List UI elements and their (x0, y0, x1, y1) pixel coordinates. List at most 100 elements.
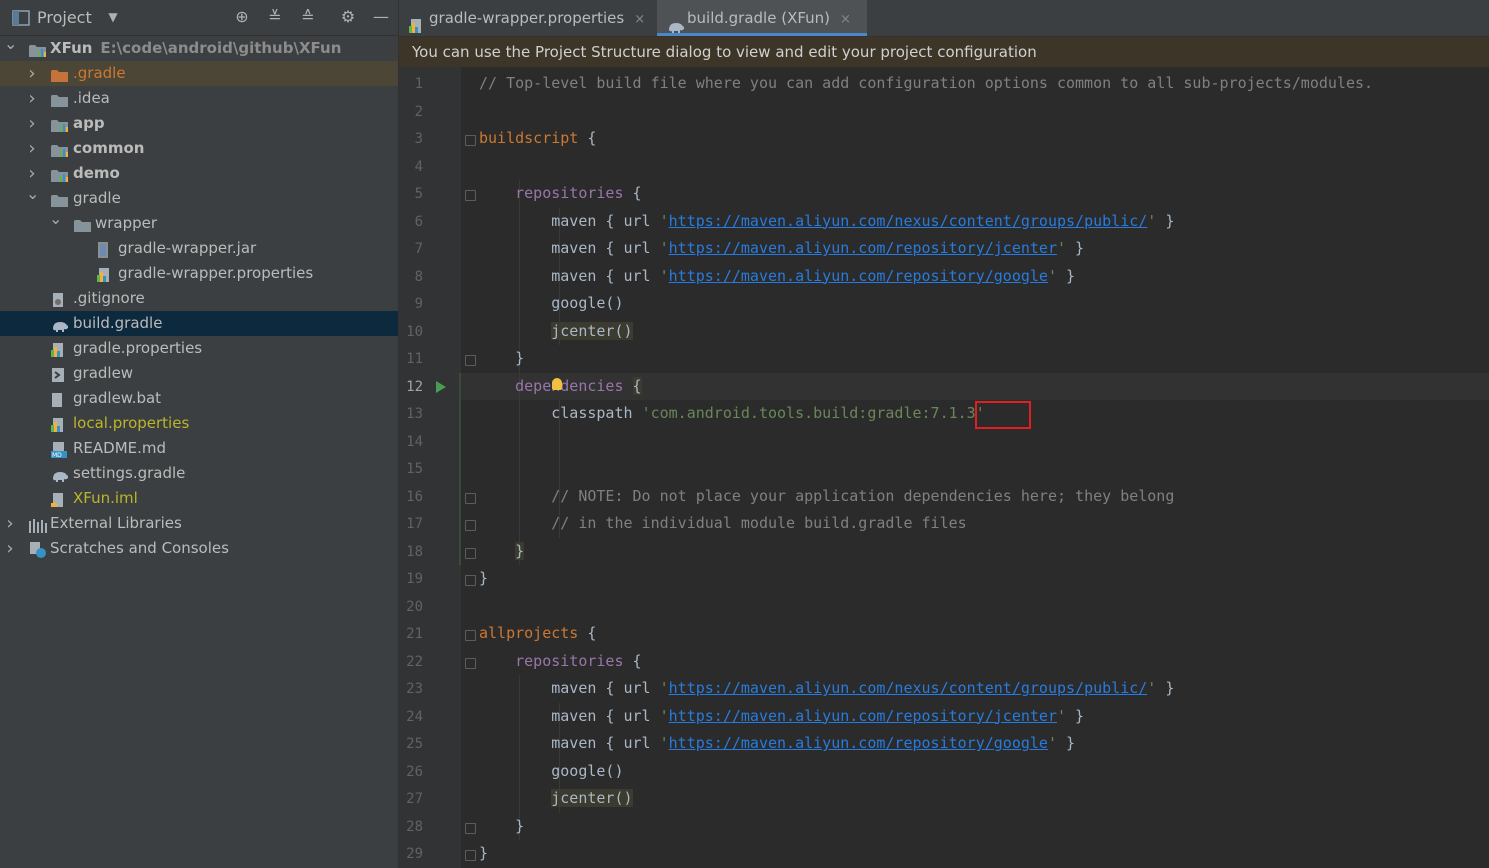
code-line[interactable]: // Top-level build file where you can ad… (479, 70, 1373, 97)
tree-item[interactable]: › .gradle (0, 61, 398, 86)
chevron-right-icon[interactable]: › (26, 111, 38, 136)
tree-item[interactable]: local.properties (0, 411, 398, 436)
code-line[interactable]: buildscript { (479, 125, 596, 152)
code-line[interactable]: maven { url 'https://maven.aliyun.com/re… (479, 703, 1084, 730)
properties-icon (51, 416, 67, 432)
code-line[interactable]: maven { url 'https://maven.aliyun.com/re… (479, 730, 1075, 757)
folder-orange-icon (51, 66, 68, 82)
tree-item-label: XFun.iml (73, 489, 138, 507)
code-line[interactable]: repositories { (479, 180, 641, 207)
tree-item[interactable]: settings.gradle (0, 461, 398, 486)
properties-icon (51, 341, 67, 357)
markdown-icon: MD (51, 441, 67, 459)
tree-item[interactable]: › Scratches and Consoles (0, 536, 398, 561)
code-editor[interactable]: 1 2 3 4 5 6 7 8 9 10 11 12 13 14 15 16 17 18 19 20 21 22 23 24 2… (399, 67, 1489, 868)
tree-item[interactable]: gradle-wrapper.properties (0, 261, 398, 286)
line-number: 12 (406, 378, 423, 395)
code-line[interactable]: repositories { (479, 648, 641, 675)
properties-icon (409, 11, 423, 33)
line-number: 2 (414, 103, 423, 120)
line-number: 11 (406, 351, 423, 367)
collapse-all-icon[interactable]: ≙ (298, 7, 318, 27)
tree-item[interactable]: gradlew (0, 361, 398, 386)
tab-gradle-wrapper-properties[interactable]: gradle-wrapper.properties × (409, 0, 654, 36)
line-number: 27 (406, 791, 423, 807)
code-line[interactable]: maven { url 'https://maven.aliyun.com/re… (479, 263, 1075, 290)
line-number: 13 (406, 406, 423, 422)
chevron-down-icon[interactable]: ⌄ (4, 31, 17, 56)
chevron-right-icon[interactable]: › (4, 511, 16, 536)
editor-gutter: 1 2 3 4 5 6 7 8 9 10 11 12 13 14 15 16 17 18 19 20 21 22 23 24 2… (399, 67, 476, 868)
folder-icon (51, 191, 68, 207)
tree-item[interactable]: .gitignore (0, 286, 398, 311)
run-icon[interactable] (436, 380, 446, 393)
code-line[interactable]: google() (479, 758, 623, 785)
line-number: 18 (406, 543, 423, 560)
line-number: 25 (406, 736, 423, 752)
code-line[interactable]: google() (479, 290, 623, 317)
project-view-title[interactable]: Project (37, 8, 92, 27)
tree-item[interactable]: build.gradle (0, 311, 398, 336)
tree-item[interactable]: XFun.iml (0, 486, 398, 511)
chevron-down-icon[interactable]: ▼ (103, 7, 123, 27)
tree-item-label: External Libraries (50, 514, 182, 532)
line-number: 23 (406, 681, 423, 697)
lightbulb-icon[interactable] (552, 377, 562, 390)
gitignore-icon (51, 291, 67, 307)
tree-item[interactable]: MD README.md (0, 436, 398, 461)
code-line[interactable]: } (479, 813, 524, 840)
gear-icon[interactable]: ⚙ (338, 7, 358, 27)
minimize-icon[interactable]: — (371, 7, 391, 27)
tree-item[interactable]: ⌄ XFun E:\code\android\github\XFun (0, 34, 398, 61)
code-line[interactable]: } (479, 565, 488, 592)
line-number: 16 (406, 488, 423, 505)
line-number: 17 (406, 516, 423, 532)
line-number: 15 (406, 461, 423, 477)
properties-icon (97, 266, 113, 282)
chevron-right-icon[interactable]: › (26, 61, 38, 86)
code-line[interactable]: } (479, 840, 488, 867)
tab-label: gradle-wrapper.properties (429, 9, 625, 27)
file-icon (51, 391, 67, 407)
tab-build-gradle[interactable]: build.gradle (XFun) × (657, 0, 867, 36)
tree-item[interactable]: ⌄ wrapper (0, 209, 398, 236)
close-icon[interactable]: × (840, 12, 851, 27)
tree-item[interactable]: › common (0, 136, 398, 161)
code-line[interactable]: maven { url 'https://maven.aliyun.com/re… (479, 235, 1084, 262)
tree-item-label: demo (73, 164, 120, 182)
code-line[interactable]: allprojects { (479, 620, 596, 647)
code-line[interactable]: maven { url 'https://maven.aliyun.com/ne… (479, 208, 1174, 235)
chevron-right-icon[interactable]: › (26, 86, 38, 111)
code-line[interactable]: } (479, 345, 524, 372)
locate-icon[interactable]: ⊕ (232, 7, 252, 27)
tree-item-label: common (73, 139, 145, 157)
tree-item-label: gradle.properties (73, 339, 203, 357)
tree-item[interactable]: › .idea (0, 86, 398, 111)
code-line[interactable]: jcenter() (479, 318, 633, 345)
code-line[interactable]: } (479, 538, 525, 565)
tree-item[interactable]: gradlew.bat (0, 386, 398, 411)
expand-all-icon[interactable]: ≚ (265, 7, 285, 27)
chevron-down-icon[interactable]: ⌄ (49, 206, 62, 231)
chevron-down-icon[interactable]: ⌄ (26, 181, 39, 206)
chevron-right-icon[interactable]: › (4, 536, 16, 561)
tree-item[interactable]: › app (0, 111, 398, 136)
tree-item[interactable]: › External Libraries (0, 511, 398, 536)
code-line[interactable]: jcenter() (479, 785, 633, 812)
tree-item[interactable]: gradle-wrapper.jar (0, 236, 398, 261)
code-area[interactable]: // Top-level build file where you can ad… (461, 67, 1489, 868)
tree-item[interactable]: › demo (0, 161, 398, 186)
gradle-elephant-icon (667, 11, 684, 33)
tree-item[interactable]: gradle.properties (0, 336, 398, 361)
chevron-right-icon[interactable]: › (26, 136, 38, 161)
tree-item-label: .idea (73, 89, 110, 107)
code-line[interactable]: classpath 'com.android.tools.build:gradl… (479, 400, 985, 427)
code-line[interactable]: // in the individual module build.gradle… (479, 510, 966, 537)
code-line[interactable]: maven { url 'https://maven.aliyun.com/ne… (479, 675, 1174, 702)
tree-item-label: gradlew.bat (73, 389, 162, 407)
code-line[interactable]: // NOTE: Do not place your application d… (479, 483, 1174, 510)
line-number: 21 (406, 626, 423, 642)
close-icon[interactable]: × (634, 12, 645, 27)
line-number: 26 (406, 763, 423, 780)
tree-item-label: gradle-wrapper.properties (118, 264, 314, 282)
